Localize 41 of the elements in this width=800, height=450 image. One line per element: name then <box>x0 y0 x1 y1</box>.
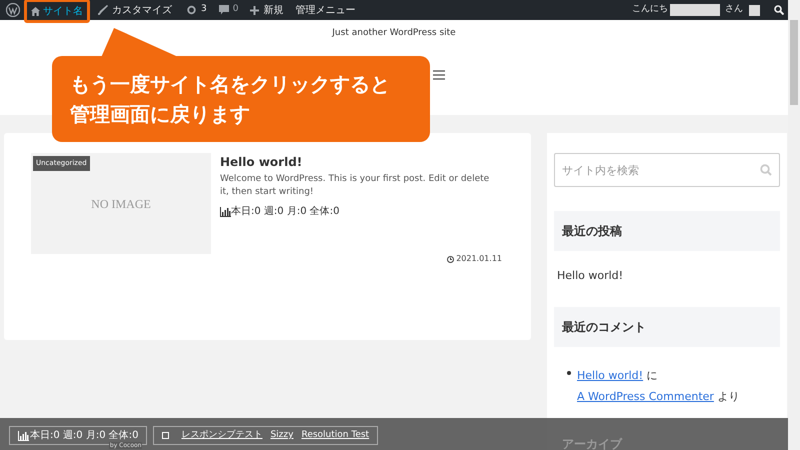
recent-post-link[interactable]: Hello world! <box>557 268 780 285</box>
comments-link[interactable]: 0 <box>212 3 244 17</box>
post-link[interactable]: Hello world! <box>577 369 644 382</box>
greeting-suffix: さん <box>725 3 743 16</box>
greeting-text: こんにち <box>632 3 668 16</box>
post-excerpt: Welcome to WordPress. This is your first post. Edit or delete it, then start writing! <box>220 173 490 199</box>
refresh-icon <box>186 5 197 15</box>
home-icon <box>31 6 40 16</box>
wordpress-logo-icon[interactable] <box>6 3 20 17</box>
widget-title: 最近の投稿 <box>562 223 622 240</box>
avatar-icon[interactable] <box>749 4 760 16</box>
brush-icon <box>98 5 108 15</box>
bar-chart-icon <box>220 206 231 216</box>
test-link[interactable]: Sizzy <box>270 428 294 442</box>
site-tagline: Just another WordPress site <box>332 27 456 40</box>
admin-menu-link[interactable]: 管理メニュー <box>289 2 362 18</box>
plus-icon <box>250 6 260 14</box>
no-image-text: NO IMAGE <box>91 196 151 212</box>
clock-icon <box>447 256 454 262</box>
test-link[interactable]: Resolution Test <box>301 428 370 442</box>
new-link[interactable]: 新規 <box>244 2 290 18</box>
post-date: 2021.01.11 <box>456 253 502 265</box>
test-link[interactable]: レスポンシブテスト <box>181 428 262 442</box>
menu-icon[interactable] <box>433 70 445 80</box>
redacted-name <box>670 4 720 16</box>
bullet <box>567 371 571 375</box>
widget-title: 最近のコメント <box>562 318 646 336</box>
customize-link[interactable]: カスタマイズ <box>90 2 180 18</box>
search-icon[interactable] <box>774 5 784 15</box>
checkbox-icon <box>162 432 170 439</box>
stats-text: 本日:0 週:0 月:0 全体:0 <box>30 428 138 442</box>
post-title[interactable]: Hello world! <box>220 153 490 171</box>
search-field[interactable]: サイト内を検索 <box>554 153 780 187</box>
callout-text: もう一度サイト名をクリックすると <box>70 71 391 98</box>
callout-text: 管理画面に戻ります <box>70 101 251 128</box>
post-stats: 本日:0 週:0 月:0 全体:0 <box>231 204 340 219</box>
author-link[interactable]: A WordPress Commenter <box>577 390 714 403</box>
comment-icon <box>218 5 229 15</box>
updates-link[interactable]: 3 <box>180 3 213 17</box>
bar-chart-icon <box>18 430 29 440</box>
recent-comment: Hello world! に A WordPress Commenter より <box>577 368 740 405</box>
